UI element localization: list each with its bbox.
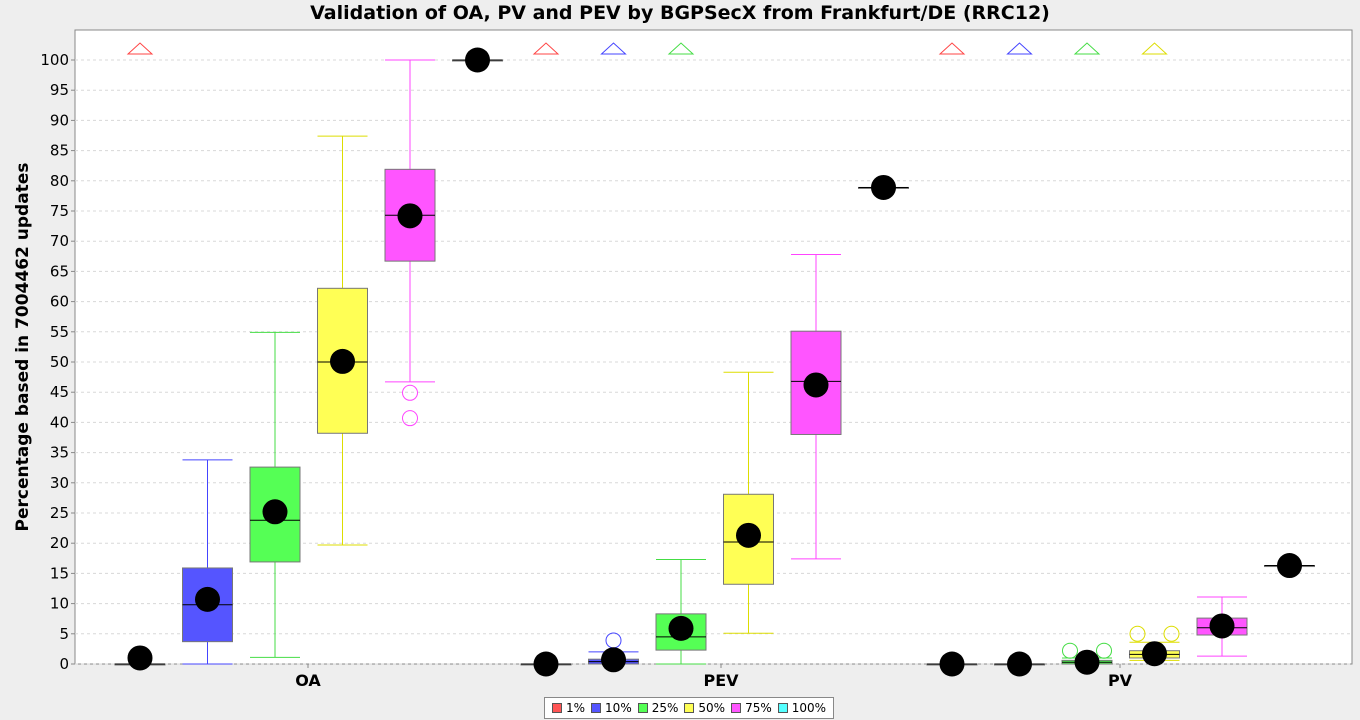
y-tick-label: 5 (59, 625, 69, 643)
y-tick-label: 55 (50, 323, 69, 341)
mean-point (1277, 553, 1302, 579)
mean-point (533, 651, 559, 677)
mean-point (330, 348, 355, 374)
mean-point (195, 586, 220, 612)
y-tick-label: 85 (50, 142, 69, 160)
legend-item: 25% (637, 701, 679, 715)
y-tick-label: 65 (50, 262, 69, 280)
y-tick-label: 80 (50, 172, 69, 190)
legend-label: 50% (698, 701, 726, 715)
mean-point (601, 647, 626, 673)
legend-label: 1% (566, 701, 586, 715)
y-tick-label: 40 (50, 413, 69, 431)
y-tick-label: 20 (50, 534, 69, 552)
legend-item: 50% (684, 701, 725, 715)
mean-point (668, 615, 694, 641)
y-axis-ticks: 0 5 10 15 20 25 30 35 40 45 50 55 60 65 70 75 80 85 90 95 10… (40, 51, 75, 673)
y-tick-label: 0 (59, 655, 69, 673)
y-tick-label: 100 (40, 51, 69, 69)
legend-swatch (637, 703, 648, 713)
mean-point (397, 203, 423, 229)
legend: 1% 10% 25% 50% 75% 100% (544, 697, 835, 719)
legend-label: 25% (651, 701, 679, 715)
x-category-label: OA (295, 671, 321, 690)
legend-swatch (591, 703, 602, 713)
mean-point (736, 522, 761, 548)
x-category-label: PV (1108, 671, 1133, 690)
legend-swatch (731, 703, 742, 713)
y-tick-label: 30 (50, 474, 69, 492)
y-tick-label: 50 (50, 353, 69, 371)
x-axis-categories: OA PEV PV (295, 664, 1133, 690)
legend-item: 10% (591, 701, 632, 715)
legend-swatch (684, 703, 695, 713)
mean-point (1142, 641, 1167, 667)
y-tick-label: 75 (50, 202, 69, 220)
legend-item: 1% (552, 701, 585, 715)
legend-item: 100% (777, 701, 827, 715)
legend-item: 75% (731, 701, 772, 715)
mean-point (939, 651, 965, 677)
mean-point (262, 499, 288, 525)
mean-point (871, 174, 896, 200)
y-tick-label: 10 (50, 595, 69, 613)
y-tick-label: 35 (50, 444, 69, 462)
y-tick-label: 15 (50, 564, 69, 582)
mean-point (127, 645, 153, 671)
y-tick-label: 90 (50, 111, 69, 129)
mean-point (1209, 613, 1235, 639)
y-tick-label: 70 (50, 232, 69, 250)
y-tick-label: 60 (50, 293, 69, 311)
legend-label: 75% (745, 701, 772, 715)
box-plot-chart: 0 5 10 15 20 25 30 35 40 45 50 55 60 65 70 75 80 85 90 95 10… (13, 29, 1353, 690)
y-axis-label: Percentage based in 7004462 updates (13, 163, 33, 532)
legend-swatch (552, 703, 562, 713)
plot-area (74, 29, 1353, 665)
mean-point (803, 372, 829, 398)
y-tick-label: 25 (50, 504, 69, 522)
legend-label: 100% (791, 701, 827, 715)
y-tick-label: 45 (50, 383, 69, 401)
chart-title: Validation of OA, PV and PEV by BGPSecX … (310, 2, 1050, 24)
mean-point (1074, 649, 1100, 675)
legend-label: 10% (605, 701, 632, 715)
mean-point (1007, 651, 1032, 677)
x-category-label: PEV (703, 671, 739, 690)
legend-swatch (777, 703, 788, 713)
y-tick-label: 95 (50, 81, 69, 99)
mean-point (465, 47, 490, 73)
